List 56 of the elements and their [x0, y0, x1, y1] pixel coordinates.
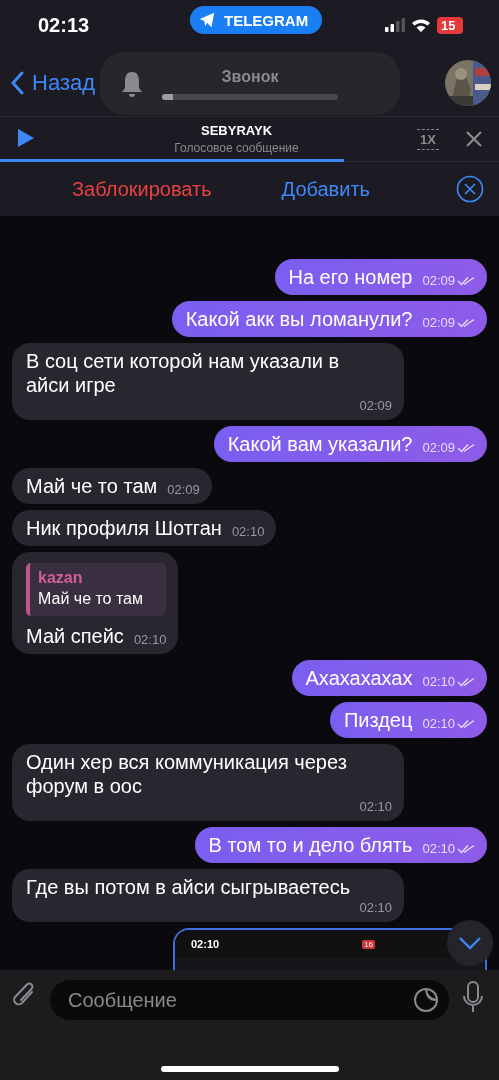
status-time: 02:13 — [38, 13, 90, 37]
voice-subtitle: Голосовое сообщение — [174, 141, 299, 155]
message-text: В соц сети которой нам указали в айси игре — [26, 349, 341, 397]
message-time: 02:10 — [422, 842, 455, 856]
close-icon — [465, 130, 483, 148]
play-icon — [17, 128, 35, 148]
message-text: Май спейс — [26, 624, 124, 648]
message-input[interactable]: Сообщение — [66, 987, 413, 1013]
microphone-icon[interactable] — [461, 980, 485, 1014]
dismiss-button[interactable] — [456, 175, 484, 203]
message-field[interactable]: Сообщение — [50, 980, 449, 1020]
close-button[interactable] — [465, 130, 483, 148]
message-time: 02:09 — [422, 441, 455, 455]
message-time: 02:10 — [359, 901, 392, 915]
message-time: 02:09 — [422, 274, 455, 288]
message-text: Где вы потом в айси сыгрываетесь — [26, 875, 351, 899]
message-text: Какой акк вы ломанули? — [185, 307, 413, 331]
message-text: Май че то там — [26, 474, 158, 498]
reply-text: Май че то там — [38, 589, 144, 609]
message-text: Какой вам указали? — [227, 432, 413, 456]
message-time: 02:10 — [231, 525, 265, 539]
chevron-left-icon — [10, 71, 24, 95]
message-text: На его номер — [288, 265, 413, 289]
reply-author: kazan — [38, 568, 84, 588]
message-time: 02:09 — [422, 316, 455, 330]
sticker-icon[interactable] — [413, 987, 439, 1013]
message-text: Ахахахахах — [305, 666, 413, 690]
message-text: В том то и дело блять — [208, 833, 413, 857]
scroll-down-button[interactable] — [447, 920, 493, 966]
wifi-icon — [411, 18, 431, 32]
message-text: Один хер вся коммуникация через форум в оос — [26, 750, 348, 798]
bell-icon — [120, 69, 144, 98]
message-time: 02:09 — [167, 483, 200, 497]
message-text: Ник профиля Шотган — [26, 516, 222, 540]
paper-plane-icon — [198, 11, 216, 29]
attachment-time: 02:10 — [191, 938, 220, 950]
block-button[interactable]: Заблокировать — [72, 177, 212, 201]
message-time: 02:10 — [422, 675, 455, 689]
volume-label: Звонок — [221, 67, 279, 86]
play-button[interactable] — [16, 128, 36, 150]
voice-sender: SEBYRAYK — [201, 123, 273, 138]
message-time: 02:10 — [422, 717, 455, 731]
battery-level: 15 — [437, 16, 463, 34]
close-circle-icon — [456, 175, 484, 203]
speed-button[interactable]: 1X — [417, 128, 439, 150]
message-time: 02:10 — [133, 633, 167, 647]
attachment-battery: 16 — [362, 939, 375, 949]
app-pill[interactable]: TELEGRAM — [190, 6, 323, 34]
signal-icon — [385, 18, 405, 32]
chevron-down-icon — [458, 936, 482, 950]
message-time: 02:09 — [359, 399, 392, 413]
screenshot-attachment[interactable]: 02:10 16 — [173, 928, 487, 970]
message-text: Пиздец — [343, 708, 413, 732]
add-contact-button[interactable]: Добавить — [281, 177, 456, 201]
back-button[interactable]: Назад — [10, 70, 96, 96]
message-time: 02:10 — [359, 800, 392, 814]
